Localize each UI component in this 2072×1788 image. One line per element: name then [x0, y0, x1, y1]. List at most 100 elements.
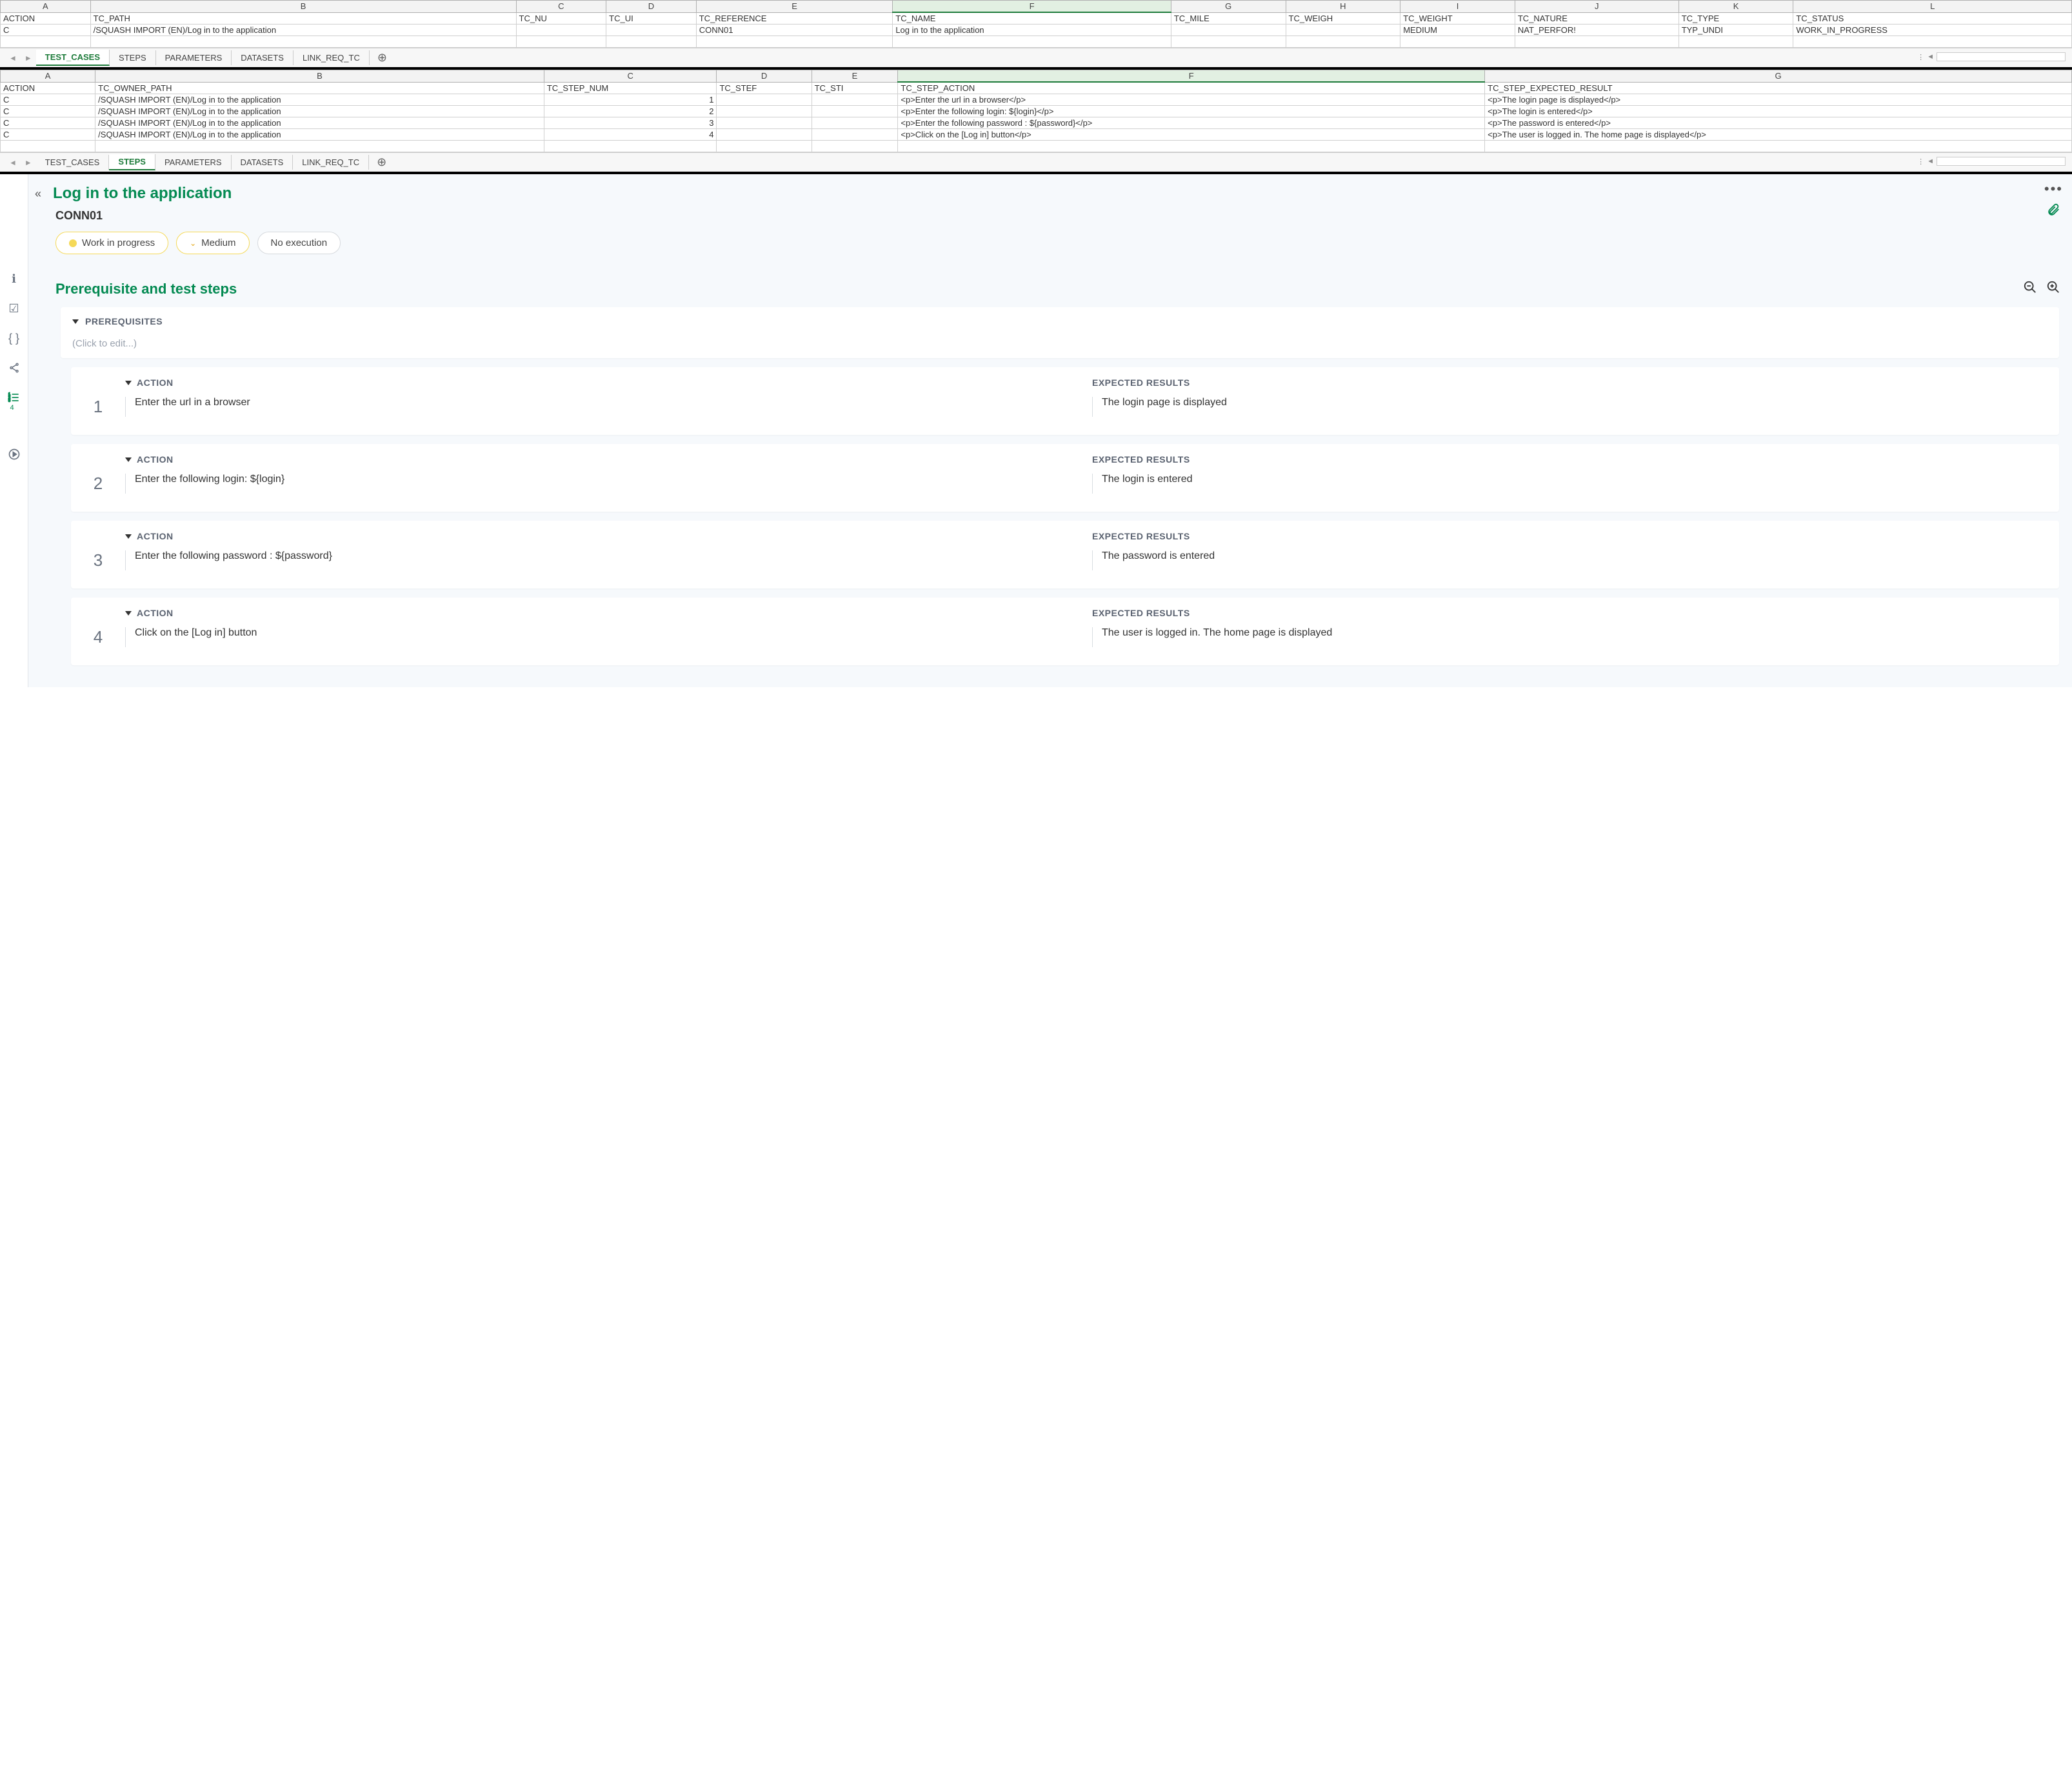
cell[interactable]: WORK_IN_PROGRESS [1793, 25, 2072, 36]
cell[interactable]: 2 [544, 106, 717, 117]
col-J[interactable]: J [1515, 1, 1679, 13]
cell[interactable]: NAT_PERFOR! [1515, 25, 1679, 36]
col-D[interactable]: D [717, 70, 812, 83]
collapse-triangle-icon[interactable] [125, 611, 132, 616]
cell[interactable]: /SQUASH IMPORT (EN)/Log in to the applic… [95, 94, 544, 106]
cell[interactable]: C [1, 25, 91, 36]
col-B[interactable]: B [95, 70, 544, 83]
action-body[interactable]: Click on the [Log in] button [125, 627, 1081, 647]
cell[interactable] [812, 94, 898, 106]
cell[interactable]: MEDIUM [1400, 25, 1515, 36]
col-A[interactable]: A [1, 1, 91, 13]
cell[interactable] [1171, 25, 1286, 36]
cell[interactable]: TC_NAME [893, 12, 1171, 25]
action-body[interactable]: Enter the following login: ${login} [125, 474, 1081, 494]
step-card[interactable]: ACTION EXPECTED RESULTS 4 Click on the [… [71, 598, 2059, 665]
priority-chip[interactable]: ⌄ Medium [176, 232, 249, 254]
cell[interactable]: /SQUASH IMPORT (EN)/Log in to the applic… [95, 106, 544, 117]
col-D[interactable]: D [606, 1, 697, 13]
col-F[interactable]: F [898, 70, 1485, 83]
step-card[interactable]: ACTION EXPECTED RESULTS 2 Enter the foll… [71, 444, 2059, 512]
expected-body[interactable]: The user is logged in. The home page is … [1092, 627, 2047, 647]
cell[interactable] [812, 129, 898, 141]
cell[interactable]: 1 [544, 94, 717, 106]
tab-steps[interactable]: STEPS [109, 154, 155, 170]
tab-steps[interactable]: STEPS [110, 50, 156, 65]
tab-link-req-tc[interactable]: LINK_REQ_TC [294, 50, 370, 65]
sheet-nav-next-icon[interactable]: ► [21, 158, 36, 167]
tab-datasets[interactable]: DATASETS [232, 50, 294, 65]
step-card[interactable]: ACTION EXPECTED RESULTS 1 Enter the url … [71, 367, 2059, 435]
share-icon[interactable] [6, 360, 22, 376]
prerequisites-card[interactable]: PREREQUISITES (Click to edit...) [61, 307, 2059, 358]
tab-link-req-tc[interactable]: LINK_REQ_TC [293, 155, 369, 170]
empty-row[interactable] [1, 141, 2072, 152]
cell[interactable] [606, 25, 697, 36]
zoom-in-icon[interactable] [2046, 280, 2060, 298]
header-row[interactable]: ACTION TC_PATH TC_NU TC_UI TC_REFERENCE … [1, 12, 2072, 25]
execution-chip[interactable]: No execution [257, 232, 341, 254]
status-chip[interactable]: Work in progress [55, 232, 168, 254]
cell[interactable]: TC_TYPE [1679, 12, 1793, 25]
cell[interactable] [717, 129, 812, 141]
cell[interactable]: TC_WEIGHT [1400, 12, 1515, 25]
cell[interactable] [516, 25, 606, 36]
horizontal-scroll[interactable]: ⋮◄ [1917, 52, 2066, 61]
add-sheet-icon[interactable]: ⊕ [370, 51, 395, 65]
tab-datasets[interactable]: DATASETS [232, 155, 294, 170]
col-K[interactable]: K [1679, 1, 1793, 13]
cell[interactable]: /SQUASH IMPORT (EN)/Log in to the applic… [90, 25, 516, 36]
col-E[interactable]: E [696, 1, 893, 13]
cell[interactable]: C [1, 117, 95, 129]
cell[interactable]: TC_STI [812, 82, 898, 94]
tab-parameters[interactable]: PARAMETERS [156, 50, 232, 65]
col-H[interactable]: H [1286, 1, 1400, 13]
cell[interactable]: 3 [544, 117, 717, 129]
cell[interactable]: TC_NU [516, 12, 606, 25]
cell[interactable]: <p>The login is entered</p> [1485, 106, 2072, 117]
expected-body[interactable]: The login page is displayed [1092, 397, 2047, 417]
cell[interactable]: TC_REFERENCE [696, 12, 893, 25]
collapse-icon[interactable]: « [35, 187, 44, 201]
action-body[interactable]: Enter the following password : ${passwor… [125, 550, 1081, 570]
col-C[interactable]: C [516, 1, 606, 13]
cell[interactable]: TC_STEP_ACTION [898, 82, 1485, 94]
expected-body[interactable]: The login is entered [1092, 474, 2047, 494]
cell[interactable]: TC_WEIGH [1286, 12, 1400, 25]
collapse-triangle-icon[interactable] [125, 457, 132, 462]
braces-icon[interactable]: { } [6, 330, 22, 346]
cell[interactable]: TC_STEP_EXPECTED_RESULT [1485, 82, 2072, 94]
cell[interactable]: TC_MILE [1171, 12, 1286, 25]
grid-testcases[interactable]: A B C D E F G H I J K L ACTION TC_PATH T… [0, 0, 2072, 48]
cell[interactable]: <p>Click on the [Log in] button</p> [898, 129, 1485, 141]
col-G[interactable]: G [1171, 1, 1286, 13]
cell[interactable]: TC_OWNER_PATH [95, 82, 544, 94]
cell[interactable]: 4 [544, 129, 717, 141]
col-L[interactable]: L [1793, 1, 2072, 13]
col-E[interactable]: E [812, 70, 898, 83]
col-I[interactable]: I [1400, 1, 1515, 13]
cell[interactable] [812, 106, 898, 117]
run-icon[interactable] [6, 447, 22, 462]
collapse-triangle-icon[interactable] [125, 534, 132, 539]
attachment-icon[interactable] [2046, 203, 2060, 221]
tab-test-cases[interactable]: TEST_CASES [36, 50, 110, 66]
data-row[interactable]: C/SQUASH IMPORT (EN)/Log in to the appli… [1, 117, 2072, 129]
cell[interactable]: TC_PATH [90, 12, 516, 25]
cell[interactable]: TC_STEP_NUM [544, 82, 717, 94]
data-row[interactable]: C/SQUASH IMPORT (EN)/Log in to the appli… [1, 106, 2072, 117]
step-card[interactable]: ACTION EXPECTED RESULTS 3 Enter the foll… [71, 521, 2059, 588]
cell[interactable]: TC_UI [606, 12, 697, 25]
steps-list-icon[interactable]: 123 4 [6, 390, 22, 405]
expected-body[interactable]: The password is entered [1092, 550, 2047, 570]
horizontal-scroll[interactable]: ⋮◄ [1917, 157, 2066, 166]
cell[interactable] [717, 106, 812, 117]
col-G[interactable]: G [1485, 70, 2072, 83]
prerequisites-placeholder[interactable]: (Click to edit...) [72, 338, 2047, 349]
cell[interactable]: TC_NATURE [1515, 12, 1679, 25]
cell[interactable]: <p>Enter the url in a browser</p> [898, 94, 1485, 106]
cell[interactable]: C [1, 106, 95, 117]
sheet-nav-prev-icon[interactable]: ◄ [5, 158, 21, 167]
cell[interactable] [812, 117, 898, 129]
tab-parameters[interactable]: PARAMETERS [155, 155, 232, 170]
